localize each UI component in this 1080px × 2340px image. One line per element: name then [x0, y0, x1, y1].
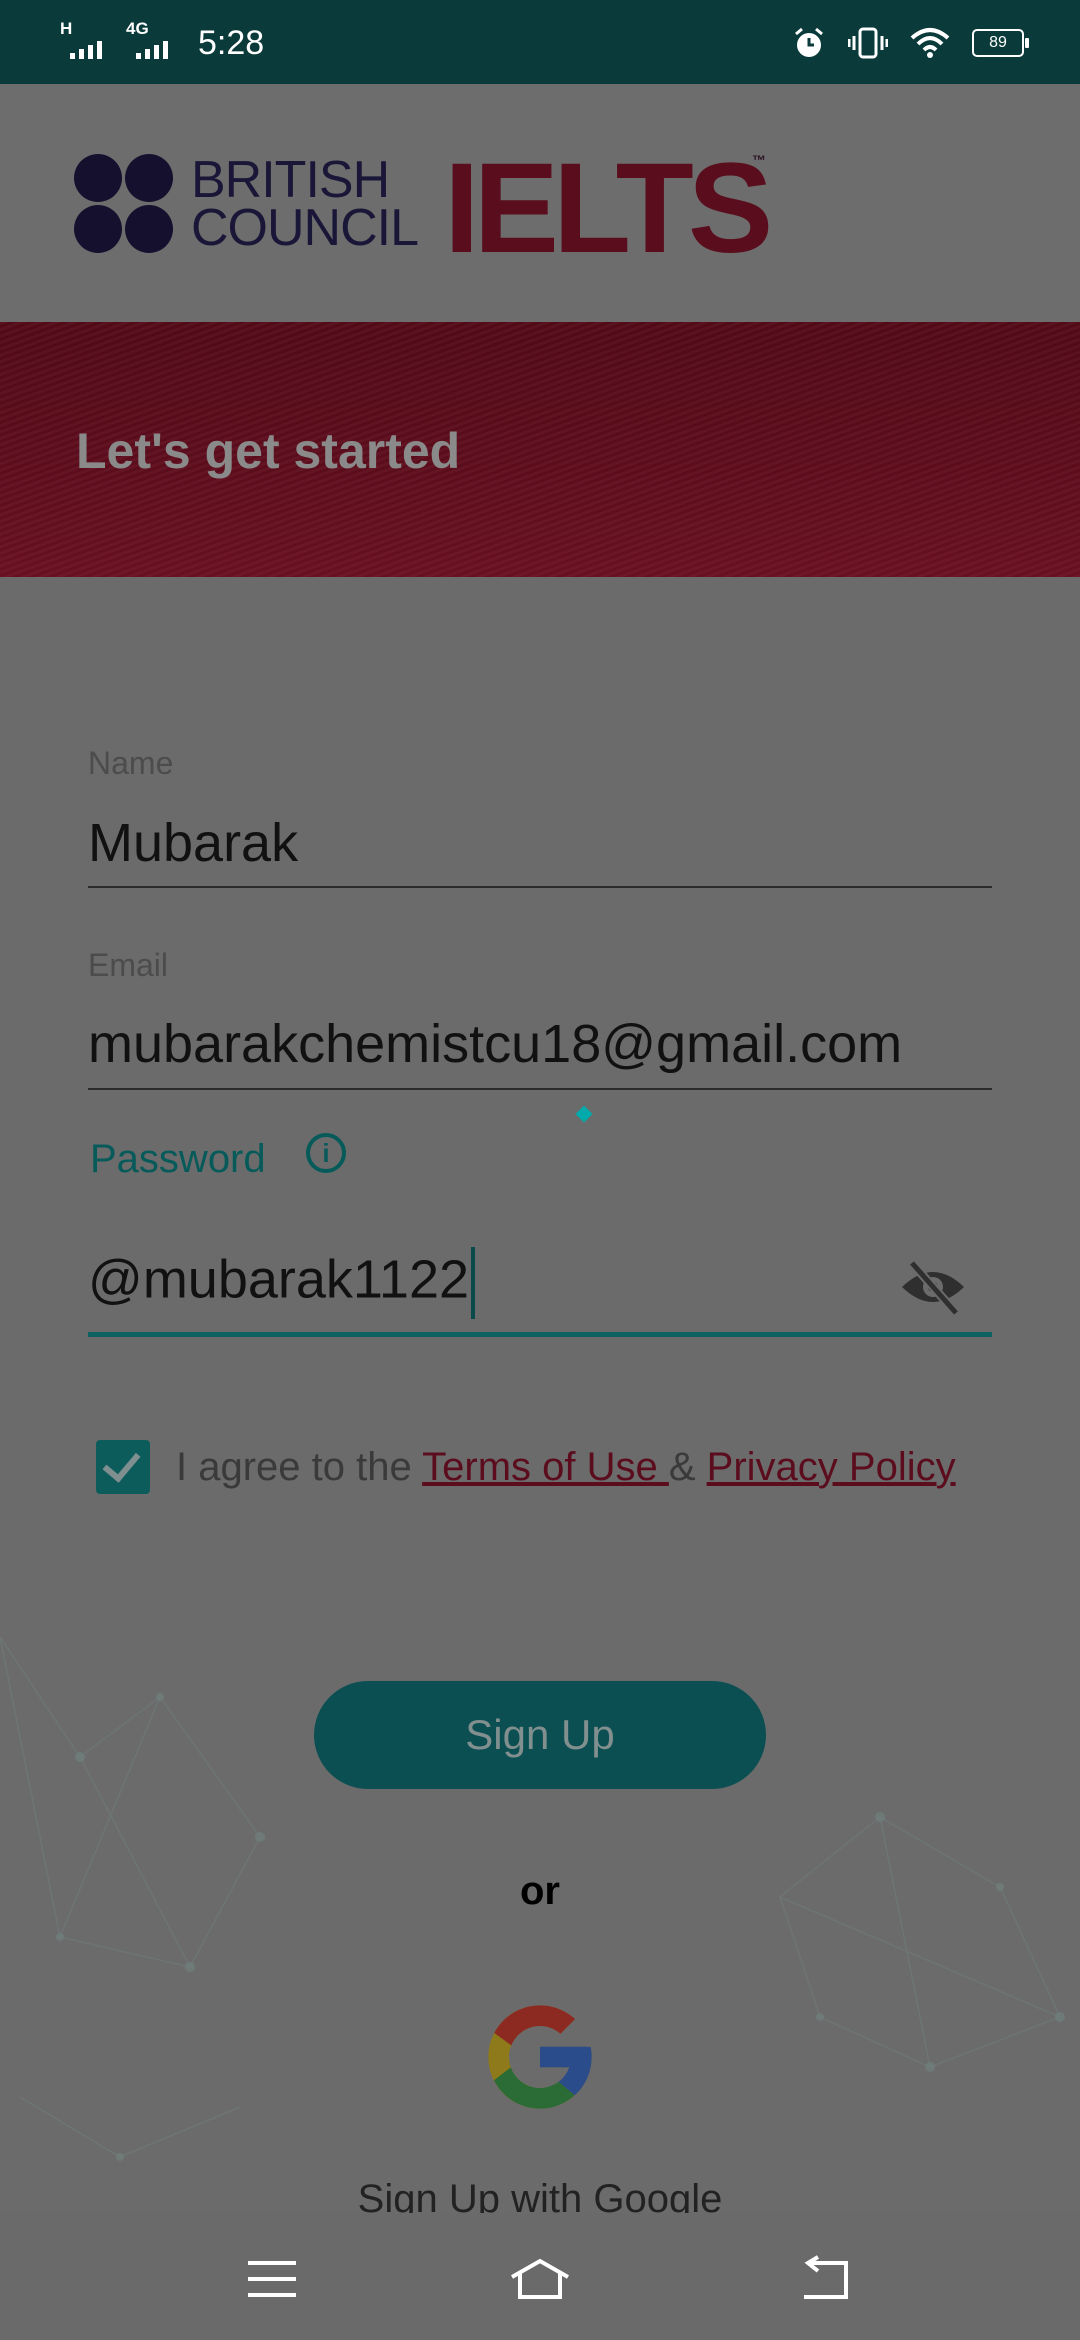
name-input[interactable]: Mubarak	[88, 812, 298, 874]
sign-up-label: Sign Up	[465, 1711, 615, 1758]
signal-type-label-2: 4G	[126, 19, 149, 38]
signup-form: Name Mubarak Email mubarakchemistcu18@gm…	[0, 577, 1080, 2221]
status-right: 89	[792, 20, 1029, 66]
ielts-logo: IELTS	[444, 137, 773, 280]
british-council-logo: BRITISH COUNCIL	[74, 150, 419, 257]
info-icon[interactable]: i	[306, 1133, 346, 1173]
password-underline	[88, 1332, 992, 1337]
terms-agreement-row: I agree to the Terms of Use & Privacy Po…	[96, 1439, 956, 1495]
name-label: Name	[88, 745, 174, 781]
brand-line2: COUNCIL	[191, 198, 419, 257]
email-input[interactable]: mubarakchemistcu18@gmail.com	[88, 1013, 902, 1075]
eye-off-icon[interactable]	[898, 1257, 968, 1317]
vibrate-icon	[848, 27, 888, 59]
or-divider: or	[520, 1869, 560, 1913]
system-navigation-bar	[0, 2213, 1080, 2340]
menu-icon[interactable]	[242, 2255, 302, 2303]
email-label: Email	[88, 947, 169, 983]
british-council-wordmark: BRITISH COUNCIL	[191, 150, 419, 257]
signal-icon: H	[60, 19, 112, 63]
sign-up-button[interactable]: Sign Up	[314, 1681, 766, 1789]
british-council-dots-icon	[74, 154, 173, 253]
google-icon[interactable]	[478, 1995, 602, 2119]
password-value: @mubarak1122	[88, 1249, 470, 1310]
status-left: H 4G 5:28	[60, 18, 264, 68]
password-input[interactable]: @mubarak1122	[88, 1247, 476, 1319]
trademark-symbol: ™	[752, 152, 766, 168]
header: BRITISH COUNCIL IELTS ™	[0, 84, 1080, 322]
clock: 5:28	[198, 23, 265, 62]
terms-checkbox[interactable]	[96, 1440, 150, 1494]
touch-indicator	[575, 1105, 593, 1123]
email-underline	[88, 1088, 992, 1090]
privacy-policy-link[interactable]: Privacy Policy	[707, 1445, 956, 1489]
status-bar: H 4G 5:28 89	[0, 0, 1080, 84]
hero-banner: Let's get started	[0, 322, 1080, 577]
terms-of-use-link[interactable]: Terms of Use	[422, 1445, 669, 1489]
terms-ampersand: &	[668, 1444, 707, 1489]
page-title: Let's get started	[76, 423, 461, 479]
name-underline	[88, 886, 992, 888]
text-caret	[471, 1247, 476, 1319]
signal-type-label: H	[60, 19, 73, 38]
terms-prefix: I agree to the	[176, 1444, 423, 1489]
signal-icon-2: 4G	[126, 19, 178, 63]
terms-text: I agree to the Terms of Use & Privacy Po…	[176, 1445, 956, 1490]
brand-line1: BRITISH	[191, 150, 390, 209]
battery-icon: 89	[972, 29, 1029, 57]
alarm-icon	[795, 27, 823, 57]
wifi-icon	[910, 28, 950, 58]
home-icon[interactable]	[508, 2255, 572, 2303]
battery-level: 89	[989, 34, 1007, 51]
password-label: Password	[90, 1137, 266, 1181]
back-icon[interactable]	[796, 2255, 856, 2303]
